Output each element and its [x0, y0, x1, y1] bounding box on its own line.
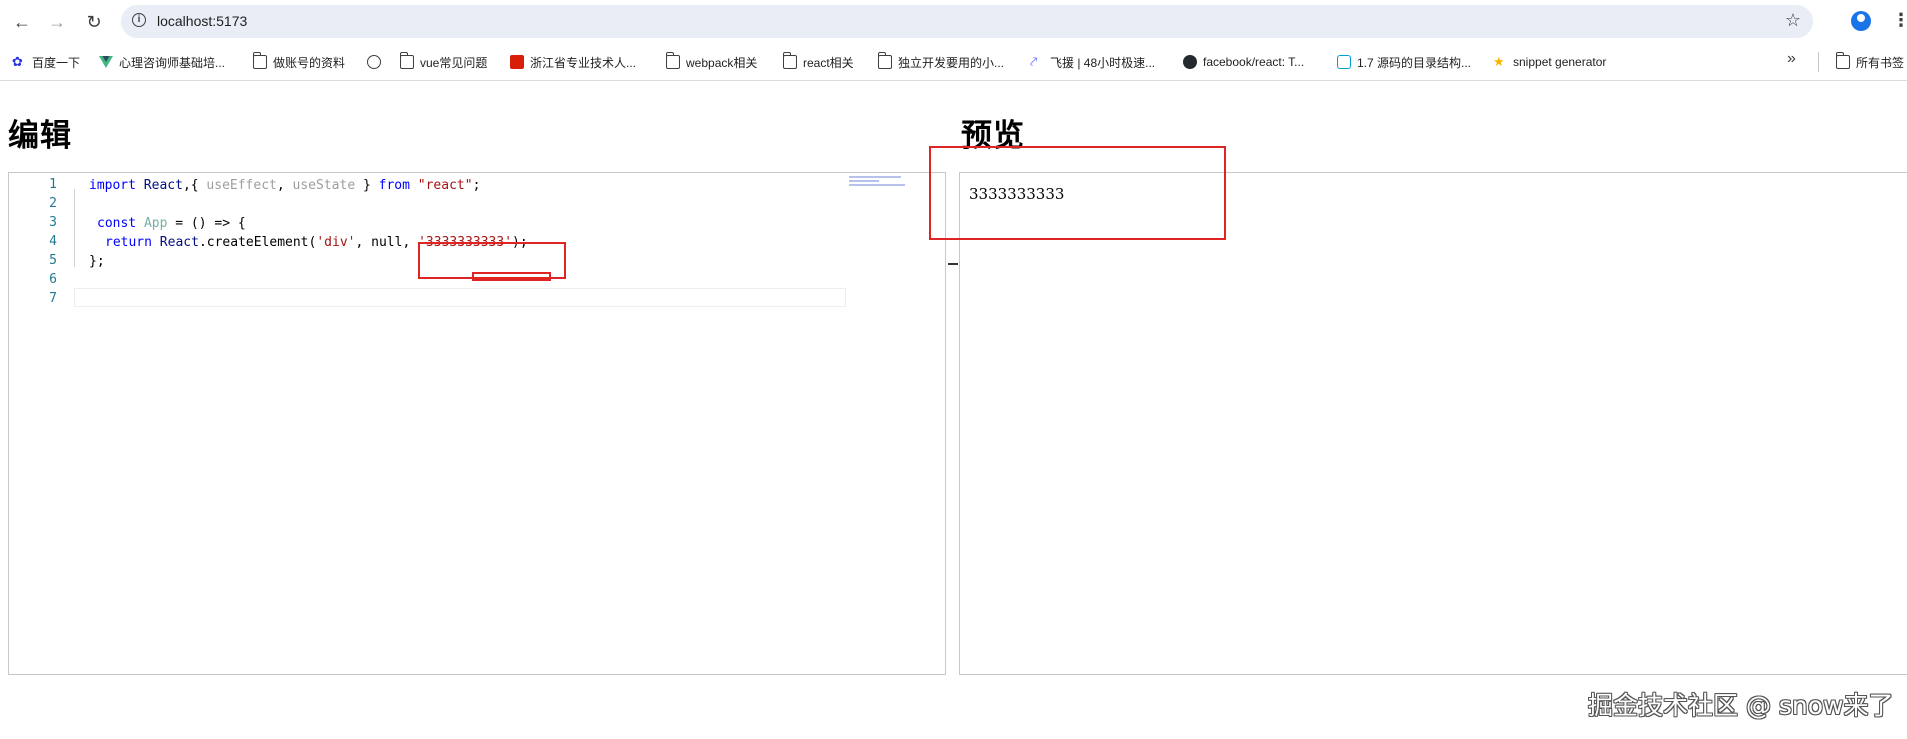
bookmark-item[interactable]: 心理咨询师基础培... — [99, 52, 225, 72]
folder-icon — [399, 52, 414, 69]
pane-splitter[interactable] — [945, 172, 960, 675]
code-line-6: }; — [89, 254, 105, 269]
red-badge-icon — [510, 55, 524, 69]
editor-heading: 编辑 — [8, 118, 72, 154]
bookmark-label: snippet generator — [1513, 55, 1607, 69]
current-line-highlight — [74, 288, 846, 307]
preview-pane: 3333333333 — [960, 172, 1907, 675]
bookmark-item[interactable]: facebook/react: T... — [1183, 52, 1304, 72]
indent-guide — [74, 189, 75, 267]
bookmarks-bar: ✿ 百度一下 心理咨询师基础培... 做账号的资料 vue常见问题 浙江省专业技… — [0, 44, 1907, 81]
splitter-handle[interactable] — [948, 263, 958, 265]
bookmark-item[interactable]: 浙江省专业技术人... — [510, 52, 636, 72]
paw-icon: ✿ — [12, 54, 23, 69]
folder-icon — [252, 52, 267, 69]
bookmark-item[interactable] — [367, 52, 387, 72]
bookmark-label: 百度一下 — [32, 55, 81, 70]
folder-icon — [1835, 52, 1850, 69]
bookmark-label: 1.7 源码的目录结构... — [1357, 55, 1472, 70]
bookmark-label: webpack相关 — [686, 55, 758, 70]
bookmark-label: react相关 — [803, 55, 854, 70]
globe-icon — [367, 55, 381, 69]
annotation-box-preview — [929, 146, 1226, 240]
editor-minimap[interactable] — [849, 176, 909, 190]
site-info-icon[interactable]: i — [132, 13, 146, 27]
line-number: 6 — [49, 272, 57, 287]
watermark: 掘金技术社区 @ snow来了 — [1588, 691, 1894, 720]
bookmark-item[interactable]: webpack相关 — [665, 52, 758, 72]
bookmark-star-icon[interactable]: ☆ — [1785, 10, 1801, 31]
code-editor[interactable]: 1 2 3 4 5 6 7 import React,{ useEffect, … — [8, 172, 945, 675]
line-number: 3 — [49, 215, 57, 230]
folder-icon — [877, 52, 892, 69]
bookmark-item[interactable]: 独立开发要用的小... — [877, 52, 1005, 72]
bookmark-label: 飞援 | 48小时极速... — [1050, 55, 1156, 70]
code-line-2: import React,{ useEffect, useState } fro… — [89, 178, 481, 193]
bilibili-icon — [1337, 55, 1351, 69]
bookmark-label: 心理咨询师基础培... — [119, 55, 226, 70]
bookmark-label: 所有书签 — [1856, 55, 1905, 70]
annotation-underline-box — [472, 272, 551, 281]
folder-icon — [782, 52, 797, 69]
bookmark-item[interactable]: react相关 — [782, 52, 854, 72]
bookmark-item[interactable]: 1.7 源码的目录结构... — [1337, 52, 1471, 72]
line-number: 1 — [49, 177, 57, 192]
line-number: 5 — [49, 253, 57, 268]
bookmark-label: 做账号的资料 — [273, 55, 346, 70]
bookmark-label: 独立开发要用的小... — [898, 55, 1005, 70]
reload-icon[interactable]: ↻ — [82, 10, 106, 34]
vue-logo-icon — [99, 56, 113, 68]
folder-icon — [665, 52, 680, 69]
github-icon — [1183, 55, 1197, 69]
line-number: 2 — [49, 196, 57, 211]
line-number: 7 — [49, 291, 57, 306]
forward-arrow-icon[interactable]: → — [45, 10, 69, 34]
profile-avatar-icon[interactable] — [1851, 11, 1871, 31]
bookmarks-divider — [1818, 52, 1819, 72]
all-bookmarks[interactable]: 所有书签 — [1835, 52, 1905, 72]
browser-toolbar: ← → ↻ i localhost:5173 ☆ ⋮ — [0, 0, 1907, 44]
bookmark-label: vue常见问题 — [420, 55, 488, 70]
bookmark-item[interactable]: ⤤ 飞援 | 48小时极速... — [1030, 52, 1155, 72]
back-arrow-icon[interactable]: ← — [10, 10, 34, 34]
address-bar[interactable]: i localhost:5173 ☆ — [121, 5, 1813, 38]
code-line-4: const App = () => { — [97, 216, 246, 231]
menu-kebab-icon[interactable]: ⋮ — [1892, 10, 1907, 31]
bookmark-item[interactable]: vue常见问题 — [399, 52, 488, 72]
url-text: localhost:5173 — [157, 13, 248, 29]
more-bookmarks-chevron-icon[interactable]: » — [1787, 50, 1796, 68]
star-logo-icon: ★ — [1493, 54, 1505, 69]
bookmark-item[interactable]: 做账号的资料 — [252, 52, 346, 72]
arrow-icon: ⤤ — [1030, 54, 1038, 69]
bookmark-label: 浙江省专业技术人... — [530, 55, 637, 70]
bookmark-item[interactable]: ★ snippet generator — [1493, 52, 1606, 72]
bookmark-label: facebook/react: T... — [1203, 55, 1305, 69]
bookmark-item[interactable]: ✿ 百度一下 — [12, 52, 80, 72]
line-number: 4 — [49, 234, 57, 249]
